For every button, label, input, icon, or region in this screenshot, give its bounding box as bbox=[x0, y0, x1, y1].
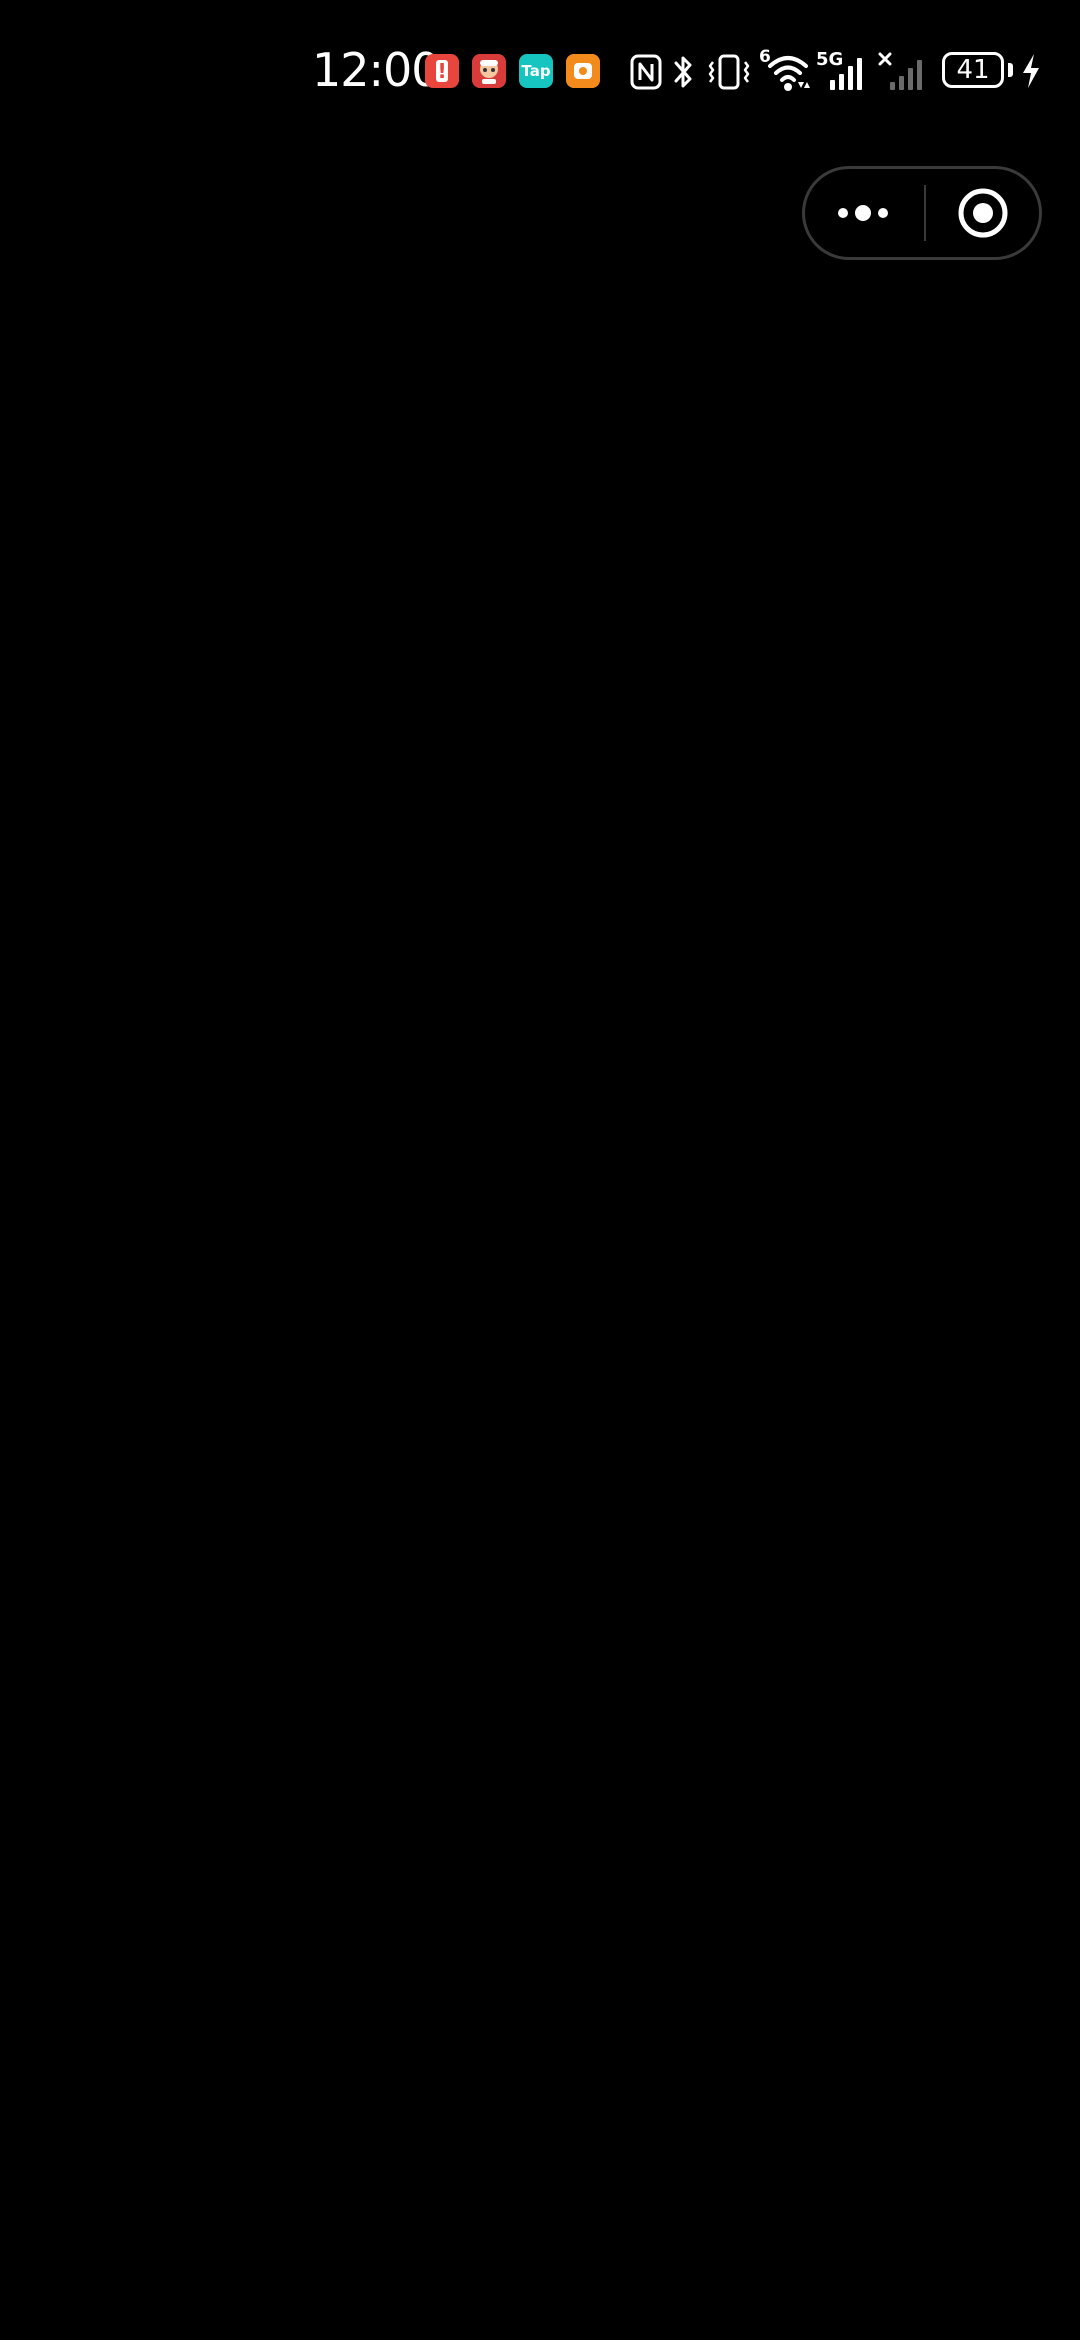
status-time: 12:00 bbox=[312, 43, 441, 97]
alert-app-label: ! bbox=[436, 59, 448, 83]
charging-bolt-icon bbox=[1023, 54, 1039, 88]
close-mini-program-button[interactable] bbox=[925, 169, 1041, 257]
nfc-icon bbox=[630, 54, 662, 90]
orange-app-glyph-icon bbox=[566, 54, 600, 88]
taptap-app-icon: Tap bbox=[519, 54, 553, 88]
record-circle-icon bbox=[958, 188, 1008, 238]
game-app-glyph-icon bbox=[472, 54, 506, 88]
bluetooth-icon bbox=[674, 56, 692, 88]
alert-app-icon: ! bbox=[425, 54, 459, 88]
more-options-button[interactable] bbox=[805, 169, 921, 257]
signal-strength-icon bbox=[830, 58, 862, 90]
page-content-area bbox=[0, 280, 1080, 2340]
cellular-signal-5g: 5G bbox=[816, 50, 872, 92]
battery-indicator: 41 bbox=[942, 52, 1004, 88]
battery-level: 41 bbox=[956, 55, 990, 85]
mini-program-capsule bbox=[802, 166, 1042, 260]
wifi-indicator: 6 bbox=[758, 48, 810, 92]
more-dots-icon bbox=[838, 205, 888, 221]
taptap-app-label: Tap bbox=[521, 62, 551, 80]
battery-tip bbox=[1008, 63, 1013, 77]
no-signal-icon bbox=[878, 52, 922, 90]
vibrate-icon bbox=[708, 54, 750, 90]
game-app-icon bbox=[472, 54, 506, 88]
orange-app-icon bbox=[566, 54, 600, 88]
cellular-signal-sim2 bbox=[878, 50, 932, 92]
status-bar: 12:00 ! Tap 6 5G 41 bbox=[0, 0, 1080, 140]
wifi-icon bbox=[768, 56, 810, 91]
